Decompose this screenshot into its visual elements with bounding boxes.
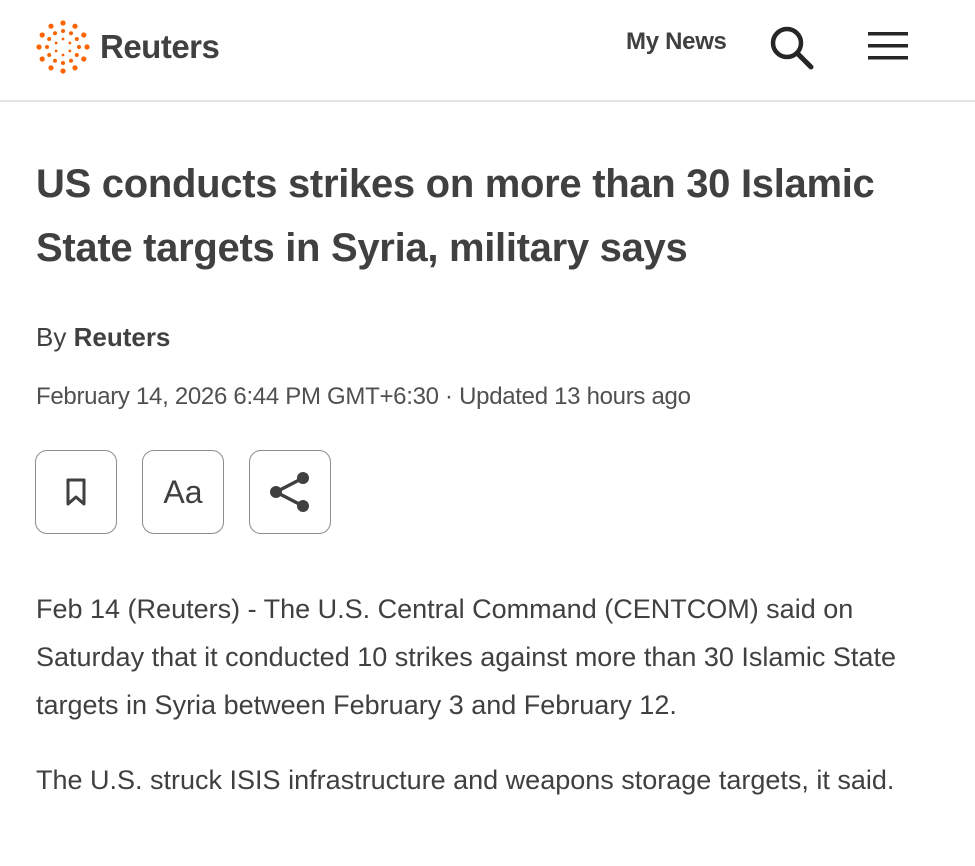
article-headline: US conducts strikes on more than 30 Isla… — [36, 162, 875, 270]
article-paragraph: Feb 14 (Reuters) - The U.S. Central Comm… — [36, 594, 896, 720]
article-paragraph: The U.S. struck ISIS infrastructure and … — [36, 765, 895, 795]
reuters-logo-mark-icon — [36, 20, 90, 74]
publish-date: February 14, 2026 6:44 PM GMT+6:30 · Upd… — [36, 383, 691, 410]
share-button[interactable] — [249, 450, 331, 534]
menu-button[interactable] — [866, 28, 912, 64]
article-page: Reuters My News US conducts strikes on m… — [0, 0, 975, 866]
my-news-link[interactable]: My News — [626, 28, 727, 56]
search-button[interactable] — [768, 24, 816, 70]
top-navigation-bar: Reuters My News — [0, 0, 975, 102]
text-size-button[interactable]: Aa — [142, 450, 224, 534]
byline-prefix: By — [36, 322, 67, 352]
bookmark-icon — [66, 478, 86, 506]
logo-text: Reuters — [100, 28, 220, 65]
bookmark-button[interactable] — [35, 450, 117, 534]
byline: By Reuters — [36, 322, 170, 353]
search-icon — [770, 26, 814, 70]
hamburger-menu-icon — [868, 32, 908, 60]
author-link[interactable]: Reuters — [74, 322, 171, 352]
text-size-label: Aa — [163, 473, 203, 510]
article-toolbar: Aa — [35, 450, 331, 534]
share-icon — [270, 472, 309, 512]
reuters-logo[interactable]: Reuters — [34, 18, 220, 76]
